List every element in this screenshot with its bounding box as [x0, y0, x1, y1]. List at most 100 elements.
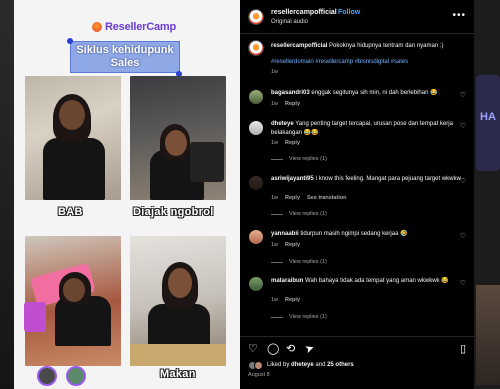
comment-body: tidurpun masih ngimpi sedang kerjaa 🤣	[300, 231, 408, 237]
comment-age: 1w	[271, 297, 279, 303]
heart-icon[interactable]: ♡	[460, 279, 466, 287]
comment-username[interactable]: yannaabii	[271, 231, 299, 237]
audio-label[interactable]: Original audio	[271, 19, 308, 25]
likes-summary[interactable]: Liked by dheteye and 25 others	[267, 362, 354, 368]
reply-button[interactable]: Reply	[285, 297, 300, 303]
view-replies-label: View replies (1)	[289, 314, 327, 320]
comment-username[interactable]: bagasandri03	[271, 90, 310, 96]
photo-makan	[130, 236, 226, 366]
see-translation-button[interactable]: See translation	[307, 195, 346, 201]
caption-makan: Makan	[160, 368, 196, 380]
reply-button[interactable]: Reply	[285, 140, 300, 146]
figure-head	[63, 278, 85, 302]
figure-head	[165, 130, 187, 156]
view-replies-label: View replies (1)	[289, 211, 327, 217]
background-photo	[476, 285, 500, 385]
comment-meta: 1w Reply	[271, 140, 300, 146]
comment-body: Yang penting target tercapai, urusan pos…	[271, 121, 453, 136]
comment-avatar[interactable]	[249, 277, 263, 291]
heart-icon[interactable]: ♡	[460, 232, 466, 240]
divider-line	[271, 158, 283, 160]
heart-icon[interactable]: ♡	[460, 177, 466, 185]
comment-body: enggak segitunya sih min, ni dah berlebi…	[311, 90, 438, 96]
post-media[interactable]: ResellerCamp Siklus kehidupunk Sales BAB…	[14, 0, 240, 389]
view-replies-button[interactable]: View replies (1)	[271, 259, 327, 265]
likes-others[interactable]: 25 others	[327, 362, 354, 368]
bookmark-icon[interactable]: ▯	[460, 342, 466, 355]
post-header: resellercampofficial Follow Original aud…	[240, 0, 474, 34]
comment-avatar[interactable]	[249, 176, 263, 190]
post-date: August 8	[248, 372, 270, 378]
comment-body: Wah bahaya tidak ada tempat yang aman wk…	[305, 278, 449, 284]
repost-icon[interactable]: ⟲	[286, 342, 295, 355]
comment-avatar[interactable]	[249, 230, 263, 244]
caption-text: resellercampofficial Pokoknya hidupnya t…	[271, 42, 461, 51]
view-replies-button[interactable]: View replies (1)	[271, 211, 327, 217]
comment-age: 1w	[271, 101, 279, 107]
photo-sleeping	[25, 236, 121, 366]
divider-line	[271, 213, 283, 215]
likes-prefix: Liked by	[267, 362, 290, 368]
background-right: HA	[474, 0, 500, 389]
monitor-shape	[190, 142, 224, 182]
comment-avatar[interactable]	[249, 121, 263, 135]
view-replies-label: View replies (1)	[289, 259, 327, 265]
share-icon[interactable]: ➤	[303, 341, 316, 356]
brand-name: ResellerCamp	[105, 21, 176, 33]
comment-username[interactable]: mataraibun	[271, 278, 303, 284]
divider-line	[271, 261, 283, 263]
comment-avatar[interactable]	[249, 90, 263, 104]
more-horizontal-icon[interactable]: •••	[452, 10, 466, 21]
comment-text: mataraibun Wah bahaya tidak ada tempat y…	[271, 277, 461, 286]
profile-avatar[interactable]	[248, 9, 264, 25]
follow-button[interactable]: Follow	[338, 9, 360, 16]
liker-avatar	[254, 361, 263, 370]
comment-body: I know this feeling. Mangat para pejuang…	[315, 176, 461, 182]
heart-icon[interactable]: ♡	[248, 342, 258, 355]
reply-button[interactable]: Reply	[285, 195, 300, 201]
app-stage: HA ResellerCamp Siklus kehidupunk Sales …	[0, 0, 500, 389]
photo-bab	[25, 76, 121, 200]
headline-box: Siklus kehidupunk Sales	[70, 41, 180, 73]
comment-icon[interactable]: ◯	[267, 342, 279, 355]
caption-username[interactable]: resellercampofficial	[271, 43, 327, 49]
comment-age: 1w	[271, 195, 279, 201]
background-left	[0, 0, 14, 389]
sticker-shape	[24, 302, 46, 332]
reply-button[interactable]: Reply	[285, 101, 300, 107]
comment-age: 1w	[271, 242, 279, 248]
comment-meta: 1w Reply See translation	[271, 195, 346, 201]
view-replies-label: View replies (1)	[289, 156, 327, 162]
post-username[interactable]: resellercampofficial	[271, 9, 337, 16]
caption-body: Pokoknya hidupnya tentram dan nyaman :)	[329, 43, 444, 49]
caption-bab: BAB	[58, 206, 83, 218]
comment-username[interactable]: dheteye	[271, 121, 294, 127]
background-partial-text: HA	[480, 111, 496, 123]
likes-and: and	[315, 362, 326, 368]
desk-shape	[130, 344, 226, 366]
overlay-avatar	[37, 366, 57, 386]
caption-age: 1w	[271, 69, 279, 75]
reply-button[interactable]: Reply	[285, 242, 300, 248]
comment-username[interactable]: asriwijayanti95	[271, 176, 314, 182]
heart-icon[interactable]: ♡	[460, 91, 466, 99]
action-bar: ♡ ◯ ⟲ ➤ ▯ Liked by dheteye and 25 others…	[240, 336, 474, 389]
view-replies-button[interactable]: View replies (1)	[271, 156, 327, 162]
view-replies-button[interactable]: View replies (1)	[271, 314, 327, 320]
comments-panel: resellercampofficial Follow Original aud…	[240, 0, 474, 389]
comment-text: yannaabii tidurpun masih ngimpi sedang k…	[271, 230, 461, 239]
likes-user[interactable]: dheteye	[291, 362, 314, 368]
overlay-avatar	[66, 366, 86, 386]
comment-text: dheteye Yang penting target tercapai, ur…	[271, 120, 461, 138]
divider-line	[271, 316, 283, 318]
caption-avatar[interactable]	[248, 40, 264, 56]
comment-meta: 1w Reply	[271, 297, 300, 303]
figure-head	[59, 100, 85, 130]
comment-meta: 1w Reply	[271, 101, 300, 107]
caption-hashtags[interactable]: #resellerdomain #resellercamp #bisnisdig…	[271, 58, 461, 67]
headline-line-1: Siklus kehidupunk	[76, 44, 174, 56]
figure-shirt	[43, 138, 105, 200]
heart-icon[interactable]: ♡	[460, 122, 466, 130]
figure-head	[168, 268, 192, 298]
headline-line-2: Sales	[110, 57, 140, 69]
